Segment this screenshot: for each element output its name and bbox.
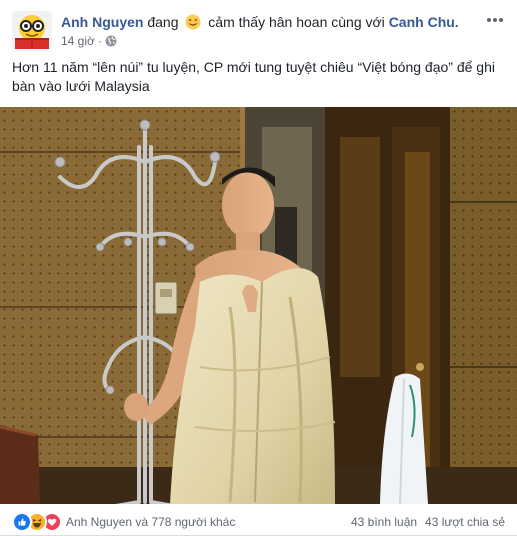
smiling-face-icon bbox=[185, 14, 201, 30]
post-meta: 14 giờ · bbox=[61, 34, 117, 48]
globe-icon[interactable] bbox=[105, 35, 117, 47]
shares-count-link[interactable]: 43 lượt chia sẻ bbox=[425, 515, 505, 529]
post-footer: Anh Nguyen và 778 người khác 43 bình luậ… bbox=[0, 504, 517, 536]
post-photo[interactable] bbox=[0, 107, 517, 504]
author-name-link[interactable]: Anh Nguyen bbox=[61, 14, 143, 30]
engagement-stats: 43 bình luận 43 lượt chia sẻ bbox=[351, 514, 505, 530]
reaction-summary[interactable]: Anh Nguyen và 778 người khác bbox=[12, 512, 235, 532]
feeling-prefix: đang bbox=[147, 14, 179, 30]
comments-count-link[interactable]: 43 bình luận bbox=[351, 515, 417, 529]
nerd-face-icon bbox=[12, 11, 52, 51]
post-text: Hơn 11 năm “lên núi” tu luyện, CP mới tu… bbox=[12, 59, 495, 94]
feeling-text: cảm thấy hân hoan cùng với bbox=[208, 14, 385, 30]
meta-separator: · bbox=[97, 34, 102, 48]
post-header-line: Anh Nguyen đang cảm thấy hân hoan cùng v… bbox=[61, 13, 459, 31]
timestamp-link[interactable]: 14 giờ bbox=[61, 34, 95, 48]
author-avatar[interactable] bbox=[12, 11, 52, 51]
post-card: Anh Nguyen đang cảm thấy hân hoan cùng v… bbox=[0, 0, 517, 536]
tagged-page-link[interactable]: Canh Chu. bbox=[389, 14, 459, 30]
like-icon bbox=[12, 512, 32, 532]
reaction-count[interactable]: Anh Nguyen và 778 người khác bbox=[66, 514, 235, 530]
ellipsis-icon[interactable] bbox=[483, 12, 507, 28]
